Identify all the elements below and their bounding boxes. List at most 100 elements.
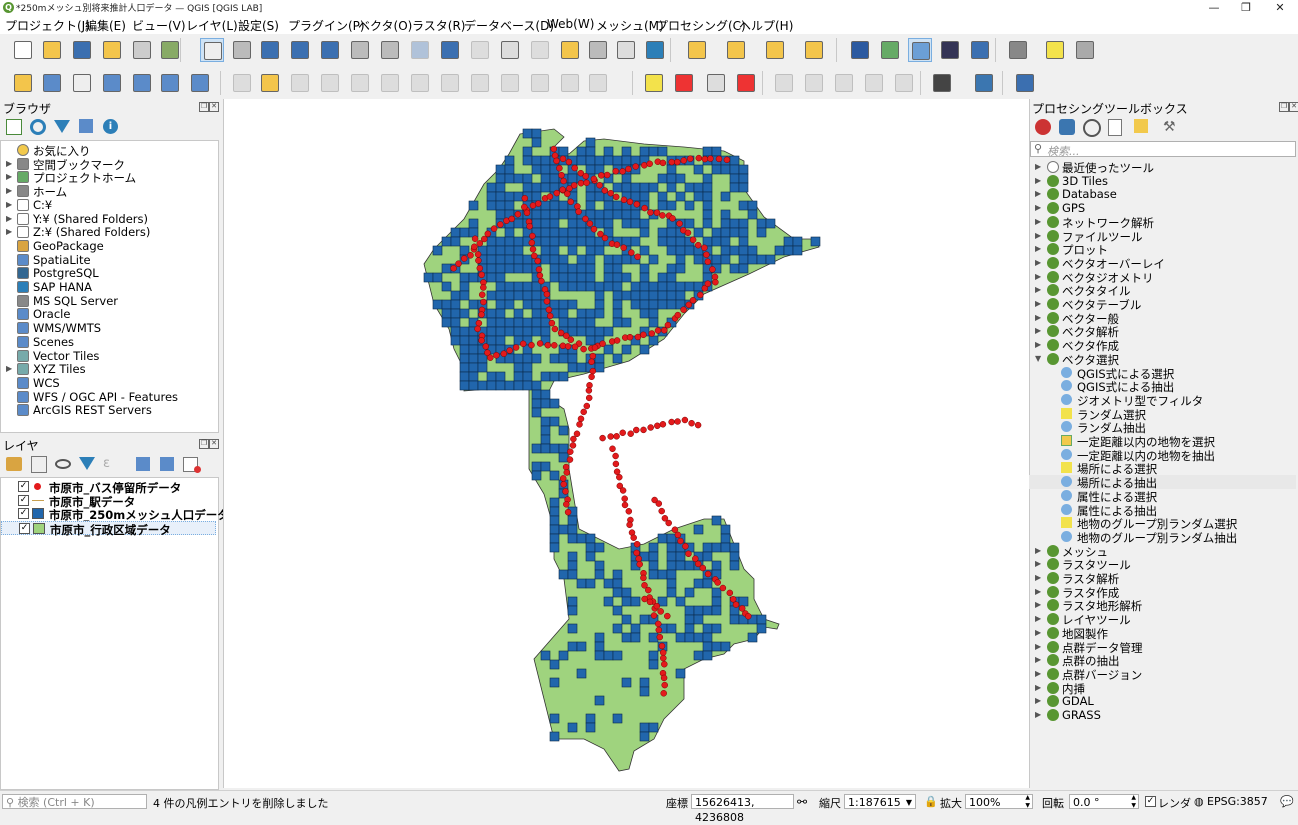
chevron-right-icon[interactable]: ▶ xyxy=(6,159,12,168)
toolbox-algorithm[interactable]: 地物のグループ別ランダム選択 xyxy=(1029,516,1296,531)
toolbox-algorithm[interactable]: 地物のグループ別ランダム抽出 xyxy=(1029,530,1296,545)
zoom-last-icon[interactable] xyxy=(438,38,462,62)
add-vector-layer-icon[interactable] xyxy=(11,71,35,95)
zoom-native-icon[interactable] xyxy=(408,38,432,62)
rotation-spinbox[interactable]: 0.0 ° ▲ ▼ xyxy=(1069,794,1139,809)
browser-item[interactable]: Vector Tiles xyxy=(1,349,216,363)
toolbox-algorithm[interactable]: 属性による選択 xyxy=(1029,489,1296,504)
toolbox-group[interactable]: ▶ 地図製作 xyxy=(1029,626,1296,641)
label-red-icon[interactable] xyxy=(734,71,758,95)
chevron-right-icon[interactable]: ▶ xyxy=(1035,655,1041,664)
add-virtual-icon[interactable] xyxy=(188,71,212,95)
browser-item[interactable]: PostgreSQL xyxy=(1,266,216,280)
chevron-right-icon[interactable]: ▶ xyxy=(1035,231,1041,240)
chevron-right-icon[interactable]: ▶ xyxy=(6,200,12,209)
toggle-extents-icon[interactable]: ⚯ xyxy=(797,795,807,809)
layer-item[interactable]: ✓ 市原市_行政区域データ xyxy=(1,521,216,537)
statistics-sum-icon[interactable] xyxy=(938,38,962,62)
float-panel-icon[interactable]: ❐ xyxy=(199,102,209,112)
toolbox-algorithm[interactable]: 一定距離以内の地物を抽出 xyxy=(1029,448,1296,463)
chevron-right-icon[interactable]: ▶ xyxy=(1035,600,1041,609)
coordinate-field[interactable]: 15626413, 4236808 xyxy=(691,794,794,824)
browser-item[interactable]: お気に入り xyxy=(1,143,216,158)
add-raster-icon[interactable] xyxy=(40,71,64,95)
layer-item[interactable]: ✓ 市原市_250mメッシュ人口データ xyxy=(1,507,229,522)
toolbox-group[interactable]: ▶ ラスタ解析 xyxy=(1029,571,1296,586)
identify-icon[interactable] xyxy=(848,38,872,62)
save-edits-icon[interactable] xyxy=(288,71,312,95)
chevron-right-icon[interactable]: ▶ xyxy=(6,227,12,236)
menu-item-9[interactable]: Web(W) xyxy=(547,17,594,31)
close-panel-icon[interactable]: ✕ xyxy=(209,102,219,112)
chevron-right-icon[interactable]: ▶ xyxy=(1035,313,1041,322)
close-panel-icon[interactable]: ✕ xyxy=(1289,102,1298,112)
chevron-right-icon[interactable]: ▶ xyxy=(1035,642,1041,651)
label-abc-icon[interactable] xyxy=(642,71,666,95)
toolbox-group[interactable]: ▶ 点群の抽出 xyxy=(1029,653,1296,668)
chevron-right-icon[interactable]: ▶ xyxy=(1035,326,1041,335)
menu-item-6[interactable]: ベクタ(O) xyxy=(358,17,412,34)
toolbox-group[interactable]: ▶ ベクター般 xyxy=(1029,311,1296,326)
add-group-icon[interactable] xyxy=(31,456,47,473)
select-by-value-icon[interactable] xyxy=(802,38,826,62)
layer-visibility-checkbox[interactable]: ✓ xyxy=(18,494,29,506)
chevron-right-icon[interactable]: ▶ xyxy=(6,364,12,373)
toolbox-algorithm[interactable]: ジオメトリ型でフィルタ xyxy=(1029,393,1296,408)
chevron-right-icon[interactable]: ▶ xyxy=(1035,162,1041,171)
new-3d-view-icon[interactable] xyxy=(528,38,552,62)
chevron-right-icon[interactable]: ▶ xyxy=(1035,628,1041,637)
change-label-icon[interactable] xyxy=(892,71,916,95)
toolbox-group[interactable]: ▶ 点群データ管理 xyxy=(1029,640,1296,655)
deselect-icon[interactable] xyxy=(763,38,787,62)
pan-hand-icon[interactable] xyxy=(200,38,224,62)
toolbox-group[interactable]: ▶ GRASS xyxy=(1029,708,1296,722)
open-project-icon[interactable] xyxy=(40,38,64,62)
settings-gear-icon[interactable] xyxy=(1073,38,1097,62)
expand-all-icon[interactable] xyxy=(136,457,150,471)
toolbox-group[interactable]: ▶ メッシュ xyxy=(1029,544,1296,559)
toggle-edit-icon[interactable] xyxy=(258,71,282,95)
chevron-right-icon[interactable]: ▶ xyxy=(1035,299,1041,308)
print-layout-icon[interactable] xyxy=(130,38,154,62)
menu-item-5[interactable]: プラグイン(P) xyxy=(288,17,365,34)
digitize-line-icon[interactable] xyxy=(318,71,342,95)
menu-item-2[interactable]: ビュー(V) xyxy=(132,17,186,34)
browser-item[interactable]: ▶ プロジェクトホーム xyxy=(1,170,216,185)
crs-button[interactable]: EPSG:3857 xyxy=(1207,795,1268,808)
browser-item[interactable]: ArcGIS REST Servers xyxy=(1,403,216,417)
vertex-tool-icon[interactable] xyxy=(378,71,402,95)
gps-icon[interactable] xyxy=(930,71,954,95)
chevron-right-icon[interactable]: ▶ xyxy=(1035,683,1041,692)
save-project-icon[interactable] xyxy=(70,38,94,62)
results-viewer-icon[interactable] xyxy=(1108,119,1122,136)
options-wrench-icon[interactable]: ⚒ xyxy=(1163,119,1179,135)
copy-icon[interactable] xyxy=(498,71,522,95)
toolbox-group[interactable]: ▶ ベクタテーブル xyxy=(1029,297,1296,312)
edit-pencil-icon[interactable] xyxy=(230,71,254,95)
browser-item[interactable]: WMS/WMTS xyxy=(1,321,216,335)
browser-item[interactable]: GeoPackage xyxy=(1,239,216,253)
maximize-button[interactable]: ❐ xyxy=(1230,0,1262,16)
browser-item[interactable]: Oracle xyxy=(1,307,216,321)
toolbox-algorithm[interactable]: 場所による選択 xyxy=(1029,461,1296,476)
menu-item-4[interactable]: 設定(S) xyxy=(238,17,279,34)
browser-item[interactable]: ▶ XYZ Tiles xyxy=(1,362,216,376)
toolbox-group[interactable]: ▶ ベクタオーバーレイ xyxy=(1029,256,1296,271)
magnifier-spinbox[interactable]: 100% ▲ ▼ xyxy=(965,794,1033,809)
minimize-button[interactable]: — xyxy=(1198,0,1230,16)
save-as-icon[interactable] xyxy=(100,38,124,62)
style-layer-icon[interactable] xyxy=(6,457,22,471)
add-delimited-icon[interactable] xyxy=(158,71,182,95)
zoom-next-icon[interactable] xyxy=(468,38,492,62)
modify-attributes-icon[interactable] xyxy=(408,71,432,95)
browser-item[interactable]: WFS / OGC API - Features xyxy=(1,390,216,404)
chevron-right-icon[interactable]: ▶ xyxy=(1035,258,1041,267)
menu-item-10[interactable]: メッシュ(M) xyxy=(596,17,664,34)
browser-item[interactable]: ▶ C:¥ xyxy=(1,198,216,212)
layer-item[interactable]: ✓ 市原市_バス停留所データ xyxy=(1,480,216,495)
chevron-right-icon[interactable]: ▶ xyxy=(1035,217,1041,226)
toolbox-group[interactable]: ▶ ファイルツール xyxy=(1029,229,1296,244)
filter-icon[interactable] xyxy=(54,120,70,133)
chevron-right-icon[interactable]: ▶ xyxy=(1035,176,1041,185)
map-tips-icon[interactable] xyxy=(1043,38,1067,62)
